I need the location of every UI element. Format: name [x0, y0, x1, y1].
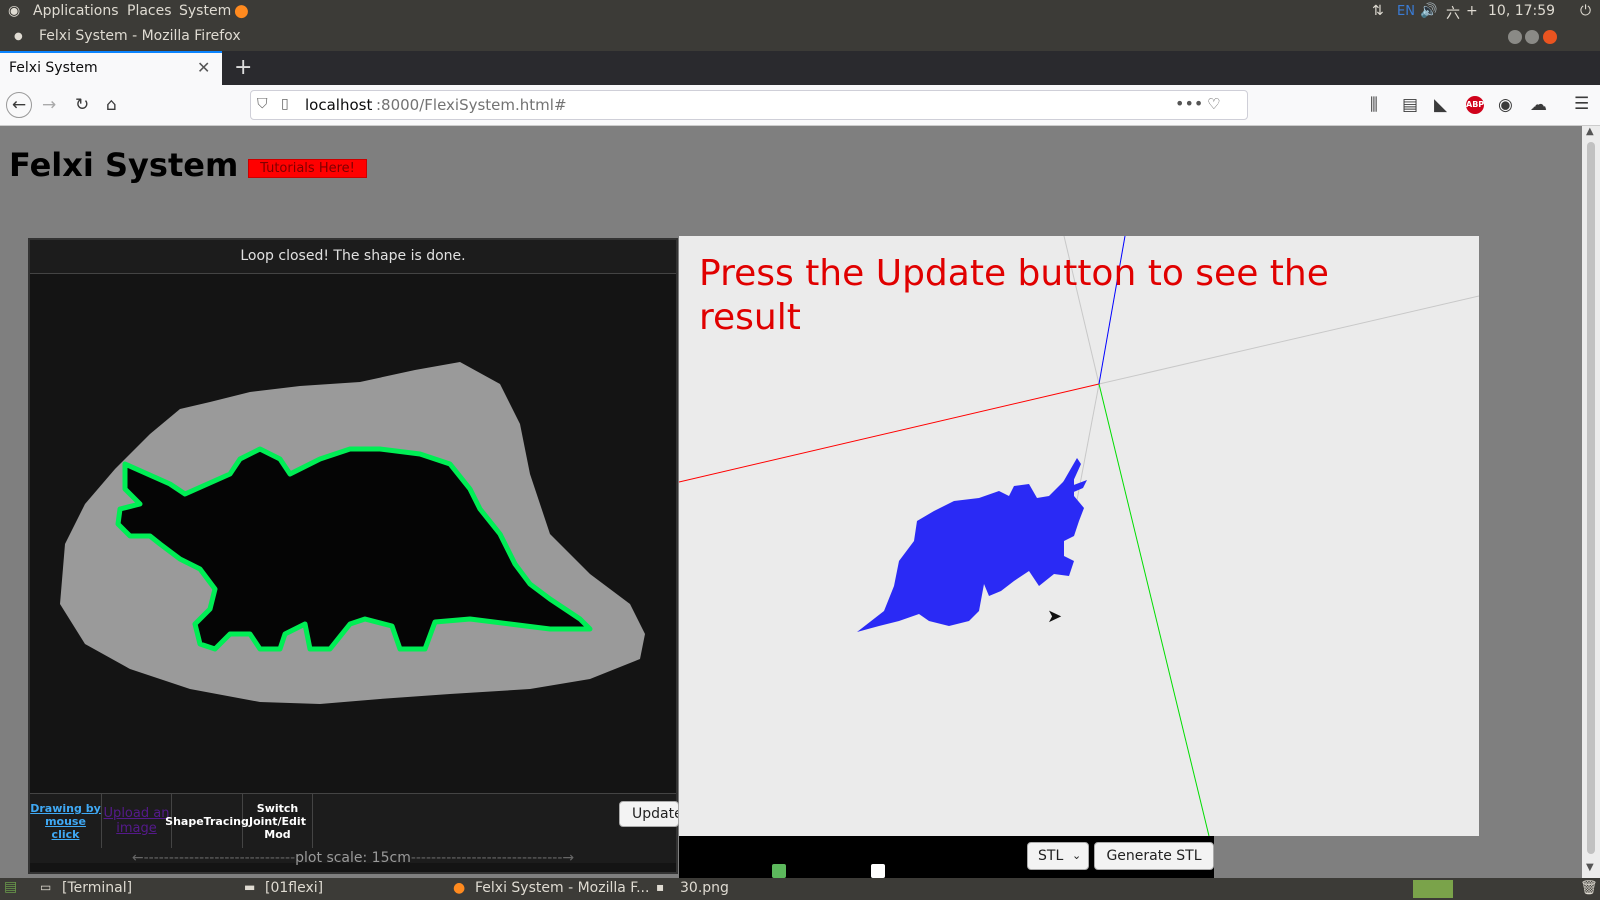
plot-scale: ←------------------------------plot scal… — [30, 850, 676, 870]
checkbox-checked[interactable] — [772, 864, 786, 878]
firefox-icon: ● — [453, 880, 466, 896]
keyboard-layout[interactable]: EN — [1397, 4, 1415, 19]
scale-arrow-left: ←------------------------------ — [131, 850, 296, 866]
pocket-icon[interactable]: ♡ — [1207, 95, 1220, 113]
taskbar-30png[interactable]: 30.png — [680, 880, 729, 896]
chevron-down-icon: ⌄ — [1072, 849, 1082, 862]
top-panel: ◉ Applications Places System ● ⇅ EN 🔊 六 … — [0, 0, 1600, 24]
url-bar[interactable]: ⛉ ▯ localhost :8000/FlexiSystem.html# ••… — [250, 90, 1248, 120]
page-title: Felxi System — [9, 146, 239, 184]
mouse-cursor-icon: ➤ — [1047, 606, 1063, 627]
folder-icon: ▬ — [244, 880, 256, 894]
menu-system[interactable]: System — [179, 3, 231, 19]
tab-felxi-system[interactable]: Felxi System ✕ — [0, 51, 222, 85]
url-path: :8000/FlexiSystem.html# — [376, 96, 567, 114]
power-icon[interactable]: ⏻ — [1580, 3, 1591, 19]
minimize-icon[interactable] — [1508, 30, 1522, 44]
forward-icon[interactable]: → — [42, 95, 56, 115]
page-content: Felxi System Tutorials Here! Loop closed… — [0, 126, 1582, 878]
generate-stl-button[interactable]: Generate STL — [1094, 842, 1214, 870]
y-axis — [1098, 383, 1210, 836]
trash-icon[interactable]: 🗑 — [1580, 880, 1598, 896]
back-icon[interactable]: ← — [6, 92, 32, 118]
format-select-value: STL — [1038, 848, 1064, 864]
tool-shape-tracing[interactable]: ShapeTracing — [165, 794, 249, 848]
window-title: Felxi System - Mozilla Firefox — [39, 28, 241, 44]
menu-applications[interactable]: Applications — [33, 3, 119, 19]
tab-title: Felxi System — [9, 60, 98, 76]
export-bar: STL ⌄ Generate STL — [679, 836, 1214, 878]
3d-viewer[interactable]: Press the Update button to see the resul… — [679, 236, 1479, 836]
adblock-icon[interactable]: ABP — [1466, 96, 1484, 114]
terminal-icon: ▭ — [40, 880, 52, 894]
sidebar-icon[interactable]: ▤ — [1402, 95, 1418, 115]
plot-scale-label: plot scale: 15cm — [295, 850, 411, 866]
tutorials-button[interactable]: Tutorials Here! — [248, 159, 367, 178]
taskbar-terminal[interactable]: [Terminal] — [62, 880, 132, 896]
volume-icon[interactable]: 🔊 — [1420, 3, 1437, 19]
scroll-up-arrow[interactable]: ▲ — [1586, 126, 1594, 137]
x-axis — [679, 383, 1100, 483]
reload-icon[interactable]: ↻ — [75, 95, 89, 115]
hamburger-menu-icon[interactable]: ☰ — [1574, 94, 1589, 114]
menu-places[interactable]: Places — [127, 3, 172, 19]
update-button[interactable]: Update — [619, 801, 679, 827]
bottom-taskbar: ▤ ▭ [Terminal] ▬ [01flexi] ● Felxi Syste… — [0, 878, 1600, 900]
home-icon[interactable]: ⌂ — [106, 95, 117, 115]
grid-line — [1073, 383, 1100, 517]
new-tab-icon[interactable]: + — [234, 55, 252, 80]
show-desktop-icon[interactable]: ▤ — [4, 879, 17, 895]
tool-switch-joint-edit[interactable]: Switch Joint/Edit Mod — [243, 794, 313, 848]
taskbar-firefox[interactable]: Felxi System - Mozilla F... — [475, 880, 649, 896]
sync-icon[interactable]: ☁ — [1530, 95, 1547, 115]
maximize-icon[interactable] — [1525, 30, 1539, 44]
checkbox-unchecked[interactable] — [871, 864, 885, 878]
tool-upload-image[interactable]: Upload an image — [102, 794, 172, 848]
library-icon[interactable]: ⫼ — [1370, 95, 1378, 115]
network-icon[interactable]: ⇅ — [1372, 3, 1384, 19]
format-select[interactable]: STL ⌄ — [1027, 842, 1089, 870]
image-file-icon: ▪ — [656, 880, 665, 894]
page-info-icon[interactable]: ▯ — [281, 96, 289, 112]
taskbar-01flexi[interactable]: [01flexi] — [265, 880, 323, 896]
input-method-icon[interactable]: 六 — [1446, 3, 1460, 23]
firefox-launcher-icon[interactable]: ● — [234, 1, 249, 21]
drawing-panel: Loop closed! The shape is done. Drawing … — [28, 238, 678, 874]
workspace-switcher[interactable] — [1413, 880, 1453, 898]
tool-drawing-by-mouse-click[interactable]: Drawing by mouse click — [30, 794, 102, 848]
drawing-canvas[interactable] — [30, 274, 676, 792]
scrollbar-thumb[interactable] — [1587, 142, 1595, 854]
clock[interactable]: 10, 17:59 — [1488, 3, 1555, 19]
window-titlebar: ● Felxi System - Mozilla Firefox — [0, 24, 1600, 51]
window-menu-icon[interactable]: ● — [14, 31, 23, 42]
url-host: localhost — [305, 96, 373, 114]
account-icon[interactable]: ◉ — [1498, 95, 1513, 115]
update-hint-message: Press the Update button to see the resul… — [699, 253, 1329, 338]
close-tab-icon[interactable]: ✕ — [197, 58, 210, 77]
vertical-scrollbar[interactable]: ▲ ▼ — [1582, 126, 1600, 878]
ubuntu-logo-icon[interactable]: ◉ — [8, 3, 20, 19]
3d-model-horn — [1062, 458, 1087, 494]
scale-arrow-right: ------------------------------→ — [410, 850, 575, 866]
page-actions-icon[interactable]: ••• — [1175, 94, 1203, 113]
plus-icon[interactable]: + — [1466, 3, 1478, 19]
shield-icon[interactable]: ⛉ — [257, 96, 268, 112]
tab-strip: Felxi System ✕ + — [0, 51, 1600, 85]
close-window-icon[interactable] — [1543, 30, 1557, 44]
navigation-bar: ← → ↻ ⌂ ⛉ ▯ localhost :8000/FlexiSystem.… — [0, 85, 1600, 126]
extension-icon[interactable]: ◣ — [1434, 95, 1447, 115]
status-message: Loop closed! The shape is done. — [30, 240, 676, 274]
scroll-down-arrow[interactable]: ▼ — [1586, 862, 1594, 873]
